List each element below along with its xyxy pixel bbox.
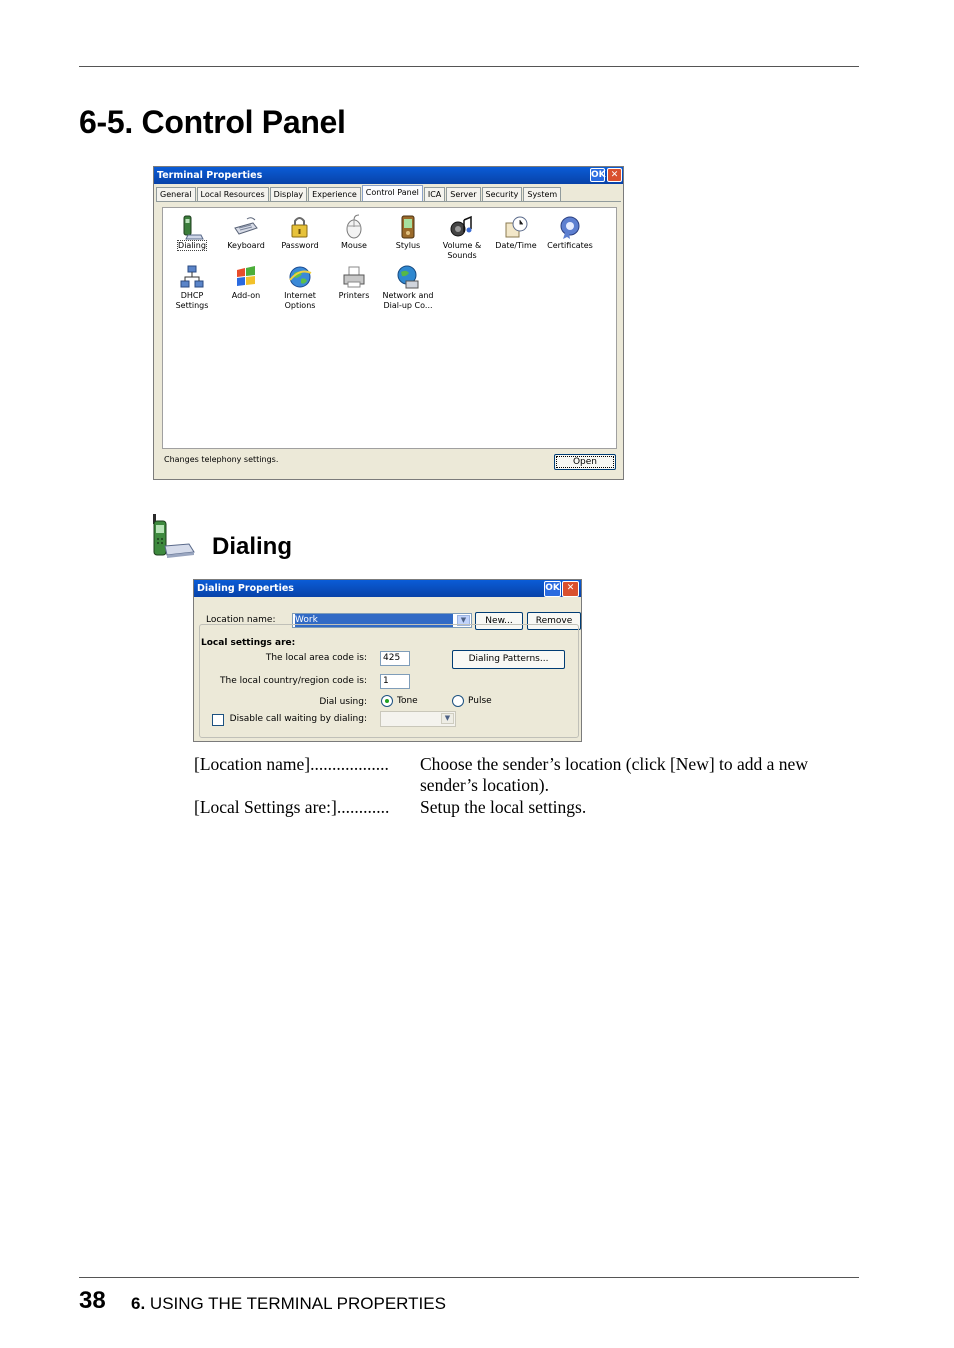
tone-radio[interactable] bbox=[381, 695, 393, 707]
add-on-icon bbox=[237, 266, 255, 286]
icon-label: Network and Dial-up Co... bbox=[382, 291, 434, 310]
date-time-icon bbox=[505, 216, 528, 238]
tab-underline bbox=[156, 201, 621, 202]
dialing-properties-titlebar: Dialing Properties OK ✕ bbox=[194, 580, 581, 597]
tab-system[interactable]: System bbox=[523, 187, 562, 201]
call-waiting-label: Disable call waiting by dialing: bbox=[229, 714, 367, 724]
footer-chapter-title: USING THE TERMINAL PROPERTIES bbox=[149, 1294, 446, 1313]
tab-security[interactable]: Security bbox=[481, 187, 523, 201]
window-title: Dialing Properties bbox=[197, 583, 294, 594]
keyboard-icon bbox=[234, 217, 258, 235]
close-button[interactable]: ✕ bbox=[607, 168, 622, 182]
dial-using-label: Dial using: bbox=[319, 697, 367, 707]
tab-server[interactable]: Server bbox=[446, 187, 481, 201]
password-icon bbox=[291, 217, 308, 238]
tab-local-resources[interactable]: Local Resources bbox=[196, 187, 269, 201]
control-item-keyboard[interactable]: Keyboard bbox=[219, 214, 273, 251]
description-term: [Location name].................. bbox=[194, 754, 389, 774]
control-item-date-time[interactable]: Date/Time bbox=[489, 214, 543, 251]
open-button[interactable]: Open bbox=[554, 454, 616, 470]
icon-label: Add-on bbox=[231, 291, 261, 300]
control-item-password[interactable]: Password bbox=[273, 214, 327, 251]
stylus-icon bbox=[401, 215, 415, 239]
terminal-properties-window: Terminal Properties OK ✕ General Local R… bbox=[153, 166, 624, 480]
bottom-rule bbox=[79, 1277, 859, 1278]
certificates-icon bbox=[560, 216, 580, 239]
icon-label: Printers bbox=[338, 291, 370, 300]
description-local-settings: [Local Settings are:]............ Setup … bbox=[194, 797, 844, 818]
tab-display[interactable]: Display bbox=[269, 187, 308, 201]
dialing-properties-window: Dialing Properties OK ✕ Location name: W… bbox=[193, 579, 582, 742]
dialing-icon bbox=[153, 514, 195, 558]
control-item-stylus[interactable]: Stylus bbox=[381, 214, 435, 251]
dialing-patterns-button[interactable]: Dialing Patterns... bbox=[452, 650, 565, 669]
section-heading-dialing: Dialing bbox=[212, 533, 293, 560]
icon-label: Stylus bbox=[395, 241, 421, 250]
tab-strip: General Local Resources Display Experien… bbox=[156, 185, 562, 201]
page-title: 6-5. Control Panel bbox=[79, 104, 346, 140]
icon-label: Volume & Sounds bbox=[442, 241, 482, 260]
ok-button[interactable]: OK bbox=[590, 168, 606, 182]
tab-general[interactable]: General bbox=[156, 187, 196, 201]
tab-control-panel[interactable]: Control Panel bbox=[361, 185, 423, 201]
chevron-down-icon[interactable]: ▼ bbox=[441, 713, 454, 724]
tone-label: Tone bbox=[397, 696, 418, 706]
control-item-internet-options[interactable]: Internet Options bbox=[273, 264, 327, 311]
control-item-printers[interactable]: Printers bbox=[327, 264, 381, 301]
description-term: [Local Settings are:]............ bbox=[194, 797, 390, 817]
tab-ica[interactable]: ICA bbox=[423, 187, 446, 201]
icon-label: Certificates bbox=[547, 241, 593, 250]
icon-label: Mouse bbox=[341, 241, 367, 250]
call-waiting-select[interactable]: ▼ bbox=[380, 711, 456, 727]
icon-label: Dialing bbox=[177, 240, 207, 251]
status-text: Changes telephony settings. bbox=[164, 455, 279, 464]
description-definition: Setup the local settings. bbox=[420, 797, 587, 817]
icon-label: Internet Options bbox=[284, 291, 316, 310]
control-item-dialing[interactable]: Dialing bbox=[165, 214, 219, 251]
control-item-certificates[interactable]: Certificates bbox=[543, 214, 597, 251]
country-code-input[interactable]: 1 bbox=[380, 674, 410, 689]
internet-options-icon bbox=[289, 266, 312, 288]
pulse-radio[interactable] bbox=[452, 695, 464, 707]
control-item-mouse[interactable]: Mouse bbox=[327, 214, 381, 251]
icon-label: DHCP Settings bbox=[175, 291, 209, 310]
control-item-add-on[interactable]: Add-on bbox=[219, 264, 273, 301]
control-panel-icons: Dialing Keyboard Password Mouse Stylus V… bbox=[162, 207, 617, 449]
close-button[interactable]: ✕ bbox=[562, 581, 579, 597]
printers-icon bbox=[343, 266, 365, 288]
dhcp-icon bbox=[180, 265, 204, 288]
ok-button[interactable]: OK bbox=[544, 581, 561, 597]
area-code-input[interactable]: 425 bbox=[380, 651, 410, 666]
call-waiting-checkbox[interactable] bbox=[212, 714, 224, 726]
volume-icon bbox=[450, 215, 472, 237]
control-item-volume[interactable]: Volume & Sounds bbox=[435, 214, 489, 261]
dialing-icon bbox=[183, 215, 204, 240]
icon-label: Keyboard bbox=[227, 241, 265, 250]
description-location-name: [Location name].................. Choose… bbox=[194, 754, 844, 796]
country-code-label: The local country/region code is: bbox=[220, 676, 367, 686]
icon-label: Password bbox=[281, 241, 319, 250]
mouse-icon bbox=[346, 214, 362, 239]
area-code-label: The local area code is: bbox=[265, 653, 367, 663]
footer-chapter-number: 6. bbox=[131, 1294, 146, 1313]
page-number: 38 bbox=[79, 1287, 106, 1314]
control-item-network[interactable]: Network and Dial-up Co... bbox=[381, 264, 435, 311]
network-icon bbox=[397, 265, 419, 289]
local-settings-label: Local settings are: bbox=[200, 638, 297, 648]
terminal-properties-titlebar: Terminal Properties OK ✕ bbox=[154, 167, 623, 184]
description-definition: Choose the sender’s location (click [New… bbox=[420, 754, 808, 795]
tab-experience[interactable]: Experience bbox=[308, 187, 361, 201]
footer-chapter: 6. USING THE TERMINAL PROPERTIES bbox=[131, 1294, 446, 1314]
icon-label: Date/Time bbox=[495, 241, 537, 250]
top-rule bbox=[79, 66, 859, 67]
control-item-dhcp[interactable]: DHCP Settings bbox=[165, 264, 219, 311]
pulse-label: Pulse bbox=[468, 696, 492, 706]
window-title: Terminal Properties bbox=[157, 170, 263, 181]
